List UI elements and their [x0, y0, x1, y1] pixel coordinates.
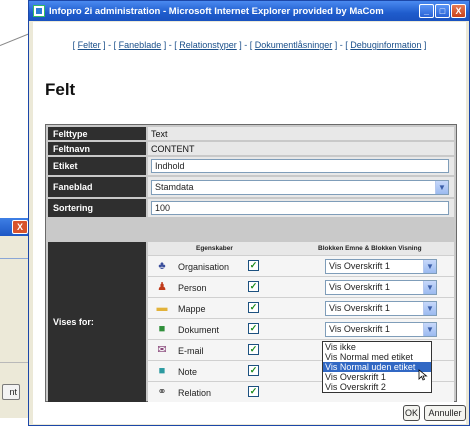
col-properties-header: Egenskaber: [196, 245, 233, 252]
display-options-dropdown[interactable]: Vis ikke Vis Normal med etiket Vis Normal …: [322, 341, 432, 393]
vises-for-label: Vises for:: [48, 242, 146, 402]
dropdown-option[interactable]: Vis Normal uden etiket: [323, 362, 431, 372]
sortering-input[interactable]: 100: [151, 201, 449, 215]
close-button[interactable]: X: [451, 4, 466, 18]
browser-window: Infopro 2i administration - Microsoft In…: [28, 0, 470, 426]
nav-relationstyper-link[interactable]: Relationstyper: [179, 40, 237, 50]
organisation-icon: ♣: [158, 260, 166, 272]
display-select[interactable]: Vis Overskrift 1 ▼: [325, 301, 437, 316]
window-controls: _ □ X: [419, 4, 466, 18]
nav-debuginformation-link[interactable]: Debuginformation: [350, 40, 421, 50]
etiket-label: Etiket: [48, 157, 146, 175]
sortering-row: Sortering 100: [48, 199, 454, 217]
display-selected-value: Vis Overskrift 1: [329, 303, 390, 313]
visibility-checkbox[interactable]: ✓: [248, 281, 259, 292]
page-title: Felt: [45, 80, 76, 99]
row-label: Mappe: [178, 304, 206, 314]
visibility-checkbox[interactable]: ✓: [248, 386, 259, 397]
background-divider-2: [0, 362, 30, 363]
chevron-down-icon[interactable]: ▼: [423, 281, 436, 294]
dropdown-option[interactable]: Vis ikke: [323, 342, 431, 352]
relation-icon: ⚭: [157, 386, 167, 398]
chevron-down-icon[interactable]: ▼: [435, 180, 448, 194]
chevron-down-icon[interactable]: ▼: [423, 323, 436, 336]
dropdown-option[interactable]: Vis Overskrift 2: [323, 382, 431, 392]
background-divider: [0, 258, 30, 259]
feltnavn-label: Feltnavn: [48, 142, 146, 155]
display-select[interactable]: Vis Overskrift 1 ▼: [325, 280, 437, 295]
mouse-pointer-icon: [418, 369, 428, 381]
grid-row-dokument: ■ Dokument ✓ Vis Overskrift 1 ▼: [148, 318, 454, 339]
dropdown-option[interactable]: Vis Overskrift 1: [323, 372, 431, 382]
window-titlebar: Infopro 2i administration - Microsoft In…: [29, 1, 469, 21]
display-selected-value: Vis Overskrift 1: [329, 324, 390, 334]
visibility-checkbox[interactable]: ✓: [248, 302, 259, 313]
folder-icon: ▬: [156, 302, 168, 314]
visibility-checkbox[interactable]: ✓: [248, 260, 259, 271]
visibility-checkbox[interactable]: ✓: [248, 365, 259, 376]
felttype-row: Felttype Text: [48, 127, 454, 140]
display-selected-value: Vis Overskrift 1: [329, 282, 390, 292]
cancel-button[interactable]: Annuller: [424, 405, 466, 421]
note-icon: ■: [158, 365, 166, 377]
grid-row-person: ♟ Person ✓ Vis Overskrift 1 ▼: [148, 276, 454, 297]
person-icon: ♟: [157, 281, 167, 293]
row-label: Relation: [178, 388, 212, 398]
grid-row-organisation: ♣ Organisation ✓ Vis Overskrift 1 ▼: [148, 255, 454, 276]
feltnavn-value: CONTENT: [151, 143, 195, 154]
sortering-label: Sortering: [48, 199, 146, 217]
background-button[interactable]: nt: [2, 384, 20, 400]
ok-button[interactable]: OK: [403, 405, 420, 421]
etiket-row: Etiket Indhold: [48, 157, 454, 175]
display-select[interactable]: Vis Overskrift 1 ▼: [325, 322, 437, 337]
faneblad-selected-value: Stamdata: [155, 181, 194, 192]
visibility-checkbox[interactable]: ✓: [248, 323, 259, 334]
col-display-header: Blokken Emne & Blokken Visning: [318, 245, 422, 252]
feltnavn-row: Feltnavn CONTENT: [48, 142, 454, 155]
maximize-button[interactable]: □: [435, 4, 450, 18]
minimize-button[interactable]: _: [419, 4, 434, 18]
grid-header: Egenskaber Blokken Emne & Blokken Visnin…: [148, 242, 454, 255]
document-icon: ■: [158, 323, 166, 335]
top-navigation: [ Felter ] - [ Faneblade ] - [ Relations…: [72, 40, 427, 50]
chevron-down-icon[interactable]: ▼: [423, 260, 436, 273]
chevron-down-icon[interactable]: ▼: [423, 302, 436, 315]
faneblad-label: Faneblad: [48, 177, 146, 197]
page-content: [ Felter ] - [ Faneblade ] - [ Relations…: [33, 22, 466, 424]
row-label: Dokument: [178, 325, 220, 335]
display-selected-value: Vis Overskrift 1: [329, 261, 390, 271]
grid-row-mappe: ▬ Mappe ✓ Vis Overskrift 1 ▼: [148, 297, 454, 318]
row-label: E-mail: [178, 346, 204, 356]
ie-icon: [33, 5, 45, 17]
row-label: Note: [178, 367, 198, 377]
row-label: Person: [178, 283, 207, 293]
window-title: Infopro 2i administration - Microsoft In…: [49, 5, 384, 17]
felttype-value: Text: [151, 128, 168, 139]
visibility-checkbox[interactable]: ✓: [248, 344, 259, 355]
nav-felter-link[interactable]: Felter: [78, 40, 101, 50]
email-icon: ✉: [157, 344, 167, 356]
row-label: Organisation: [178, 262, 230, 272]
faneblad-select[interactable]: Stamdata ▼: [151, 179, 449, 195]
faneblad-row: Faneblad Stamdata ▼: [48, 177, 454, 197]
etiket-input[interactable]: Indhold: [151, 159, 449, 173]
nav-faneblade-link[interactable]: Faneblade: [119, 40, 162, 50]
dropdown-option[interactable]: Vis Normal med etiket: [323, 352, 431, 362]
felttype-label: Felttype: [48, 127, 146, 140]
nav-dokumentlaasninger-link[interactable]: Dokumentlåsninger: [255, 40, 333, 50]
display-select[interactable]: Vis Overskrift 1 ▼: [325, 259, 437, 274]
background-close-button[interactable]: X: [12, 220, 28, 234]
